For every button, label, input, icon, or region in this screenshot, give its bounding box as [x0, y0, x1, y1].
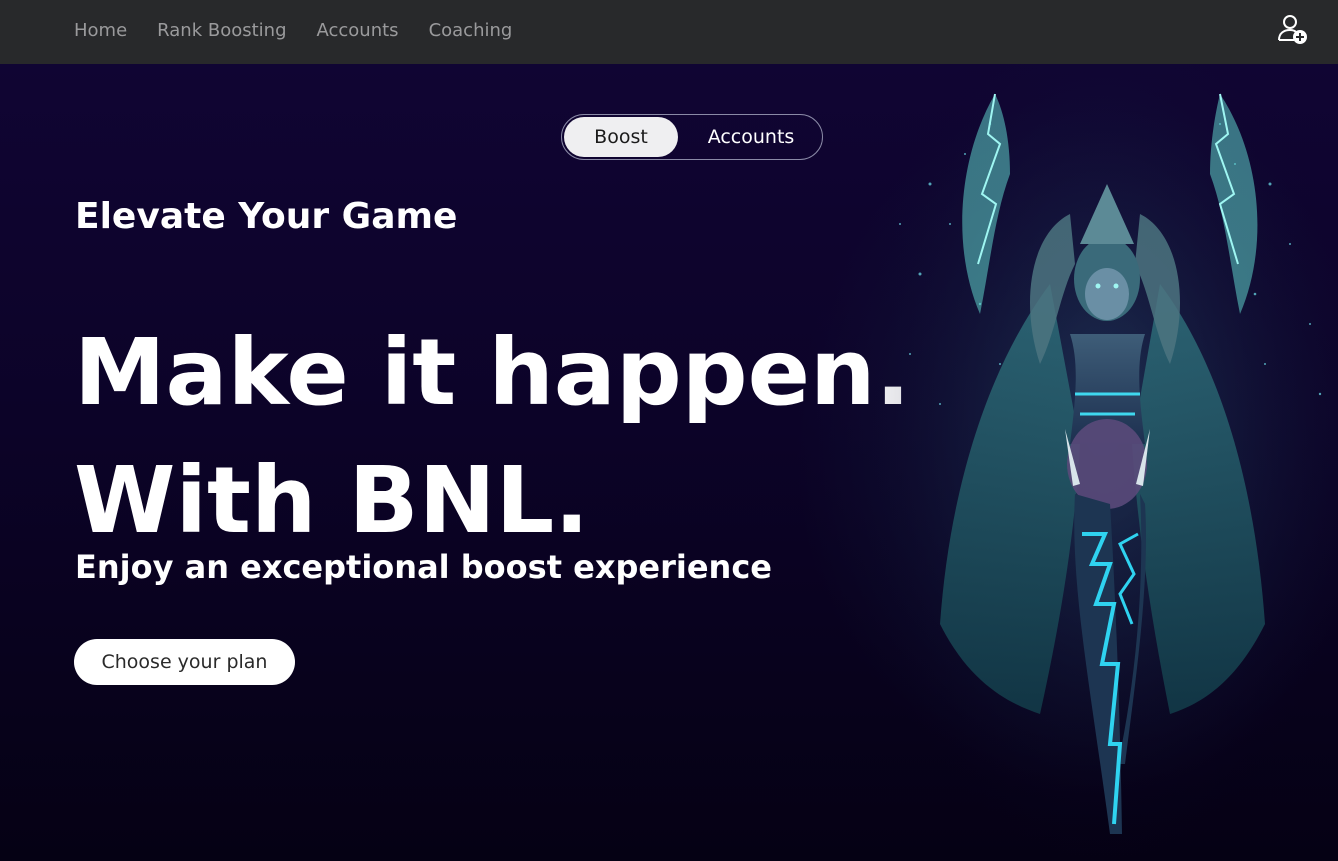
nav-link-home[interactable]: Home: [74, 20, 127, 41]
hero-headline: Make it happen. With BNL.: [74, 309, 910, 565]
top-navbar: Home Rank Boosting Accounts Coaching: [0, 0, 1338, 64]
hero-subtitle: Elevate Your Game: [75, 196, 458, 237]
hero-section: Boost Accounts Elevate Your Game Make it…: [0, 64, 1338, 861]
hero-tagline: Enjoy an exceptional boost experience: [75, 548, 772, 586]
nav-links: Home Rank Boosting Accounts Coaching: [74, 0, 512, 60]
nav-link-accounts[interactable]: Accounts: [317, 20, 399, 41]
toggle-boost[interactable]: Boost: [564, 117, 678, 157]
hero-character-illustration: [870, 64, 1338, 861]
headline-line-1: Make it happen.: [74, 319, 911, 426]
boost-accounts-toggle: Boost Accounts: [561, 114, 823, 160]
user-add-icon[interactable]: [1276, 12, 1310, 46]
toggle-accounts[interactable]: Accounts: [682, 117, 820, 157]
choose-plan-button[interactable]: Choose your plan: [74, 639, 295, 685]
headline-line-2: With BNL.: [74, 447, 590, 554]
nav-link-coaching[interactable]: Coaching: [429, 20, 513, 41]
nav-link-rank-boosting[interactable]: Rank Boosting: [157, 20, 286, 41]
